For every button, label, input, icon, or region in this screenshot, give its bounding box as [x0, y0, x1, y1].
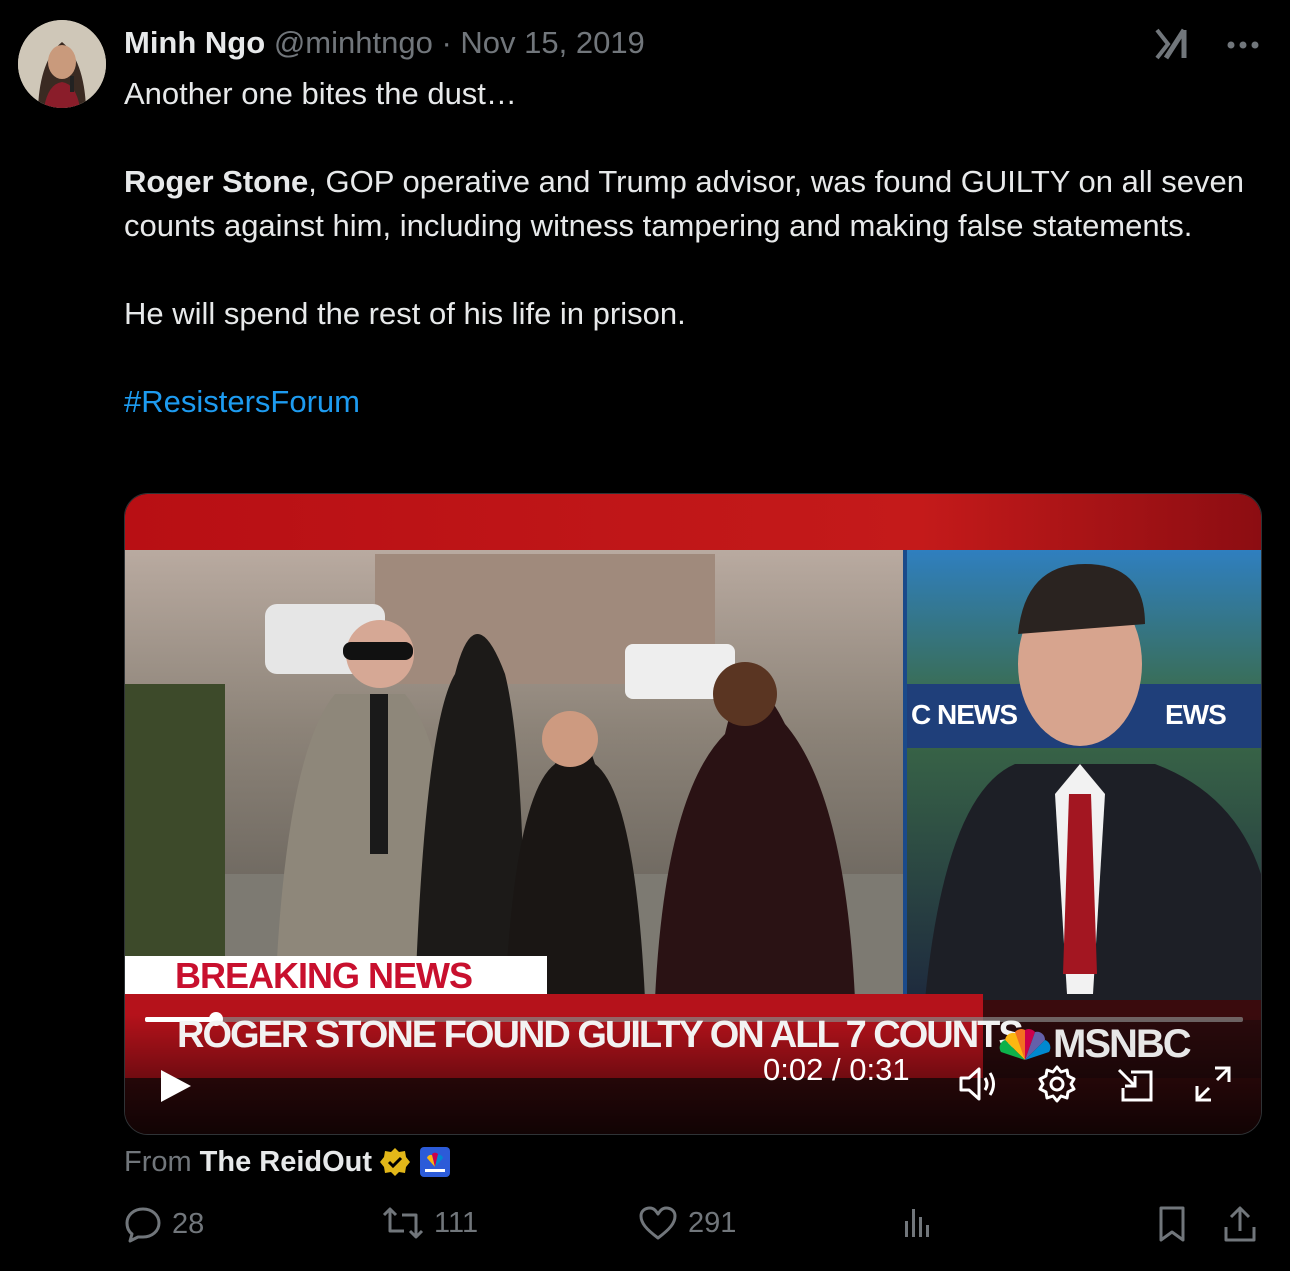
bookmark-button[interactable] [1156, 1205, 1188, 1243]
action-bar: 28 111 291 [124, 1205, 1260, 1255]
settings-button[interactable] [1037, 1064, 1077, 1109]
like-count: 291 [688, 1206, 737, 1239]
bg-sign-left: C NEWS [911, 699, 1018, 730]
post-paragraph-3: He will spend the rest of his life in pr… [124, 296, 686, 331]
bookmark-icon [1159, 1206, 1185, 1242]
repost-count: 111 [434, 1206, 479, 1239]
views-button[interactable] [900, 1205, 934, 1239]
video-source: From The ReidOut [124, 1143, 451, 1181]
post-date[interactable]: Nov 15, 2019 [460, 25, 644, 60]
post-line-1: Another one bites the dust… [124, 76, 517, 111]
msnbc-affiliate-icon [420, 1147, 451, 1177]
post-text: Another one bites the dust… Roger Stone,… [124, 72, 1244, 424]
author-handle[interactable]: @minhtngo [274, 25, 433, 60]
post-top-icons [1154, 26, 1260, 65]
reply-button[interactable]: 28 [124, 1205, 204, 1243]
avatar[interactable] [18, 20, 106, 108]
views-icon [905, 1209, 929, 1237]
pip-button[interactable] [1115, 1066, 1155, 1109]
like-icon [639, 1206, 677, 1240]
more-icon[interactable] [1226, 37, 1260, 55]
pip-icon [1117, 1068, 1153, 1102]
fullscreen-icon [1195, 1066, 1231, 1102]
avatar-image [18, 20, 106, 108]
network-logo-text: MSNBC [1053, 1022, 1192, 1066]
repost-icon [382, 1207, 424, 1239]
post-paragraph-2: Roger Stone, GOP operative and Trump adv… [124, 160, 1244, 248]
bg-sign-right: EWS [1165, 699, 1227, 730]
current-time: 0:02 [763, 1052, 824, 1087]
time-separator: / [831, 1052, 841, 1087]
reply-icon [125, 1207, 161, 1243]
play-icon [161, 1070, 191, 1102]
post-header: Minh Ngo @minhtngo · Nov 15, 2019 [124, 24, 645, 62]
share-button[interactable] [1222, 1205, 1258, 1243]
peacock-icon [999, 1028, 1051, 1060]
share-icon [1224, 1206, 1256, 1242]
source-brand[interactable]: The ReidOut [200, 1143, 372, 1181]
time-display: 0:02 / 0:31 [763, 1052, 910, 1088]
reply-count: 28 [172, 1207, 205, 1240]
fullscreen-button[interactable] [1193, 1064, 1233, 1109]
hashtag-link[interactable]: #ResistersForum [124, 384, 360, 419]
play-button[interactable] [159, 1068, 193, 1109]
duration: 0:31 [849, 1052, 910, 1087]
volume-icon [959, 1067, 995, 1101]
chyron-headline: ROGER STONE FOUND GUILTY ON ALL 7 COUNTS [177, 1014, 1024, 1056]
settings-icon [1038, 1065, 1076, 1103]
bold-name: Roger Stone [124, 164, 309, 199]
volume-button[interactable] [957, 1064, 999, 1109]
verified-badge-icon [380, 1147, 411, 1177]
like-button[interactable]: 291 [638, 1205, 736, 1241]
header-separator: · [441, 25, 452, 60]
author-name[interactable]: Minh Ngo [124, 25, 265, 60]
grok-icon[interactable] [1154, 26, 1192, 65]
from-label: From [124, 1146, 192, 1178]
breaking-news-label: BREAKING NEWS [175, 955, 473, 996]
repost-button[interactable]: 111 [382, 1205, 478, 1241]
video-player[interactable]: C NEWS EWS BREAKING NEWS ROGER STONE FOU… [124, 493, 1262, 1135]
network-logo: MSNBC [999, 1022, 1192, 1067]
